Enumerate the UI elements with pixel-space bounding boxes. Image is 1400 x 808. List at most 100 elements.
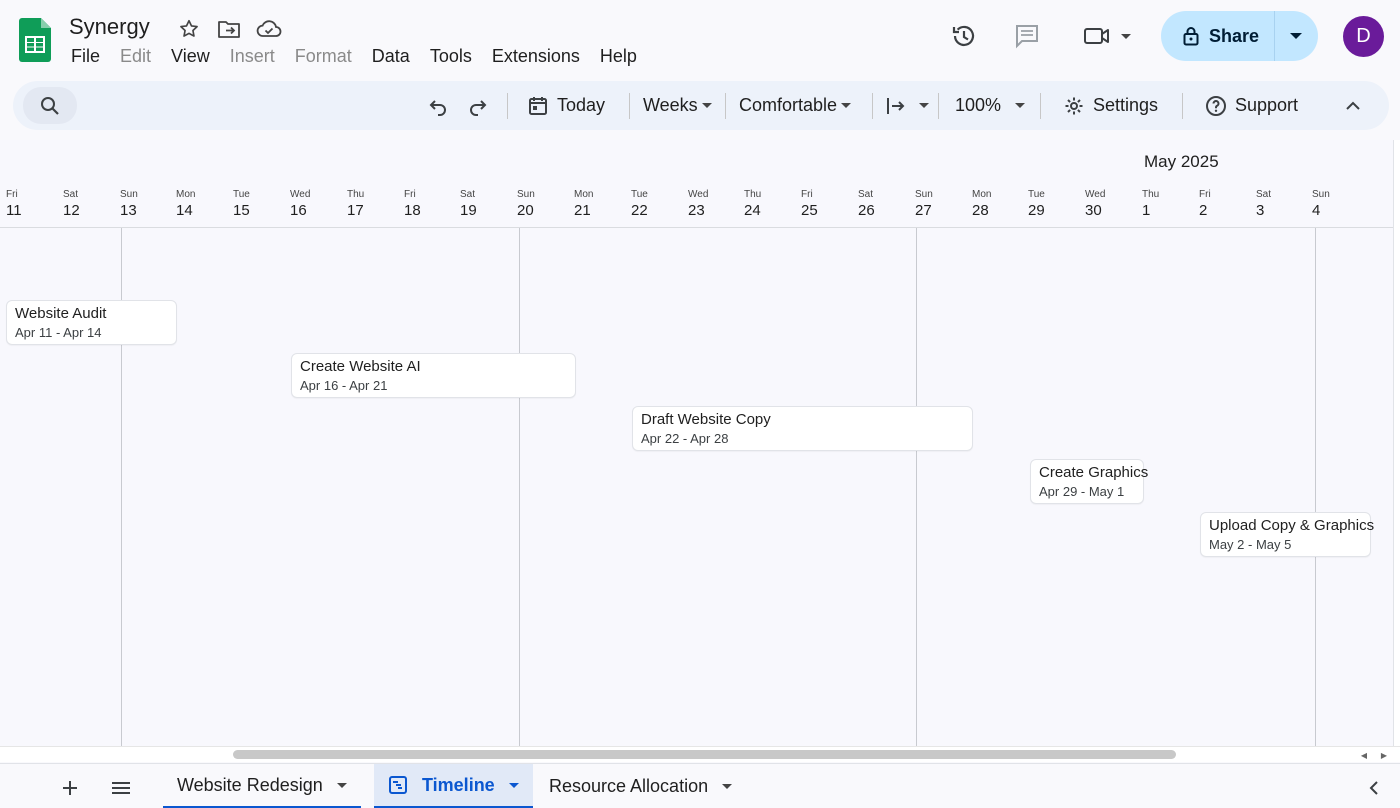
share-button[interactable]: Share bbox=[1161, 11, 1318, 61]
day-name: Thu bbox=[1142, 189, 1160, 200]
day-column-header: Tue 22 bbox=[631, 189, 671, 219]
video-camera-icon bbox=[1084, 28, 1109, 44]
task-card[interactable]: Upload Copy & Graphics May 2 - May 5 bbox=[1200, 512, 1375, 557]
day-number: 22 bbox=[631, 202, 648, 219]
day-number: 26 bbox=[858, 202, 875, 219]
day-name: Sat bbox=[858, 189, 874, 200]
horizontal-scrollbar[interactable]: ◀ ▶ bbox=[0, 746, 1400, 762]
day-column-header: Sat 12 bbox=[63, 189, 103, 219]
chevron-down-icon[interactable] bbox=[508, 782, 519, 788]
scroll-left-icon[interactable]: ◀ bbox=[1358, 749, 1370, 761]
comments-icon[interactable] bbox=[1007, 16, 1047, 56]
chevron-left-icon[interactable] bbox=[1358, 772, 1390, 804]
chevron-down-icon[interactable] bbox=[336, 782, 347, 788]
week-divider bbox=[916, 228, 917, 746]
density-dropdown[interactable]: Comfortable bbox=[739, 81, 852, 130]
time-scale-dropdown[interactable]: Weeks bbox=[643, 81, 712, 130]
day-name: Tue bbox=[233, 189, 250, 200]
chevron-down-icon bbox=[841, 103, 852, 108]
menu-view[interactable]: View bbox=[161, 44, 220, 69]
today-button[interactable]: Today bbox=[527, 81, 605, 130]
day-number: 28 bbox=[972, 202, 989, 219]
task-name: Upload Copy & Graphics bbox=[1209, 517, 1375, 534]
day-column-header: Mon 28 bbox=[972, 189, 1012, 219]
month-label: May 2025 bbox=[1144, 152, 1219, 171]
week-divider bbox=[519, 228, 520, 746]
day-number: 19 bbox=[460, 202, 477, 219]
chevron-down-icon[interactable] bbox=[722, 784, 733, 789]
task-dates: Apr 11 - Apr 14 bbox=[15, 325, 102, 340]
timeline-view: May 2025 Fri 11 Sat 12 Sun 13 Mon 14 Tue 15 Wed 16 T… bbox=[0, 140, 1393, 746]
task-card[interactable]: Draft Website Copy Apr 22 - Apr 28 bbox=[632, 406, 973, 451]
move-to-folder-icon[interactable] bbox=[216, 16, 242, 42]
density-label: Comfortable bbox=[739, 95, 838, 115]
version-history-icon[interactable] bbox=[944, 16, 984, 56]
title-actions bbox=[176, 16, 282, 42]
calendar-icon bbox=[529, 96, 547, 115]
star-icon[interactable] bbox=[176, 16, 202, 42]
zoom-dropdown[interactable]: 100% bbox=[955, 81, 1026, 130]
today-label: Today bbox=[557, 95, 606, 115]
scroll-right-icon[interactable]: ▶ bbox=[1378, 749, 1390, 761]
collapse-toolbar-icon[interactable] bbox=[1343, 81, 1363, 130]
menu-file[interactable]: File bbox=[61, 44, 110, 69]
share-dropdown[interactable] bbox=[1275, 11, 1317, 61]
document-title[interactable]: Synergy bbox=[69, 14, 150, 40]
day-column-header: Thu 17 bbox=[347, 189, 387, 219]
cloud-saved-icon[interactable] bbox=[256, 16, 282, 42]
vertical-scrollbar[interactable] bbox=[1393, 140, 1400, 746]
day-number: 18 bbox=[404, 202, 421, 219]
sheets-logo-icon[interactable] bbox=[19, 18, 51, 62]
support-button[interactable]: Support bbox=[1205, 81, 1298, 130]
day-name: Fri bbox=[404, 189, 416, 200]
menu-extensions[interactable]: Extensions bbox=[482, 44, 590, 69]
meet-call-button[interactable] bbox=[1077, 16, 1137, 56]
task-card[interactable]: Website Audit Apr 11 - Apr 14 bbox=[6, 300, 177, 345]
chevron-down-icon bbox=[1015, 103, 1026, 108]
day-column-header: Sun 20 bbox=[517, 189, 557, 219]
redo-icon[interactable] bbox=[467, 81, 489, 130]
add-sheet-button[interactable] bbox=[54, 772, 86, 804]
group-by-dropdown[interactable] bbox=[885, 81, 929, 130]
menu-tools[interactable]: Tools bbox=[420, 44, 482, 69]
day-name: Fri bbox=[6, 189, 18, 200]
search-icon bbox=[41, 96, 59, 115]
plus-icon bbox=[63, 781, 77, 795]
search-button[interactable] bbox=[23, 87, 77, 124]
scrollbar-thumb[interactable] bbox=[233, 750, 1176, 759]
day-number: 15 bbox=[233, 202, 250, 219]
avatar[interactable]: D bbox=[1343, 16, 1384, 57]
menu-format[interactable]: Format bbox=[285, 44, 362, 69]
timeline-toolbar: Today Weeks Comfortable 100% Settings Su… bbox=[13, 81, 1389, 130]
sheet-tab-label: Website Redesign bbox=[177, 774, 323, 795]
task-dates: Apr 29 - May 1 bbox=[1039, 484, 1125, 499]
menu-insert[interactable]: Insert bbox=[220, 44, 285, 69]
day-name: Sun bbox=[1312, 189, 1330, 200]
day-column-header: Fri 25 bbox=[801, 189, 841, 219]
toolbar-divider bbox=[507, 93, 508, 119]
undo-icon[interactable] bbox=[427, 81, 449, 130]
task-card[interactable]: Create Graphics Apr 29 - May 1 bbox=[1030, 459, 1149, 504]
task-name: Create Graphics bbox=[1039, 464, 1149, 481]
task-card[interactable]: Create Website AI Apr 16 - Apr 21 bbox=[291, 353, 576, 398]
all-sheets-button[interactable] bbox=[105, 772, 137, 804]
day-name: Sat bbox=[460, 189, 476, 200]
settings-button[interactable]: Settings bbox=[1063, 81, 1158, 130]
menu-edit[interactable]: Edit bbox=[110, 44, 161, 69]
day-number: 13 bbox=[120, 202, 137, 219]
sheet-tab-website-redesign[interactable]: Website Redesign bbox=[163, 764, 361, 808]
sheet-tab-resource-allocation[interactable]: Resource Allocation bbox=[535, 764, 746, 808]
task-name: Website Audit bbox=[15, 305, 107, 322]
menu-data[interactable]: Data bbox=[362, 44, 420, 69]
day-number: 2 bbox=[1199, 202, 1208, 219]
sheet-tab-timeline[interactable]: Timeline bbox=[374, 764, 533, 808]
share-main[interactable]: Share bbox=[1161, 11, 1275, 61]
task-name: Create Website AI bbox=[300, 358, 421, 375]
menu-help[interactable]: Help bbox=[590, 44, 647, 69]
day-number: 23 bbox=[688, 202, 705, 219]
day-name: Tue bbox=[1028, 189, 1045, 200]
day-column-header: Sat 19 bbox=[460, 189, 500, 219]
day-column-header: Thu 1 bbox=[1142, 189, 1182, 219]
day-column-header: Wed 16 bbox=[290, 189, 330, 219]
day-number: 24 bbox=[744, 202, 761, 219]
